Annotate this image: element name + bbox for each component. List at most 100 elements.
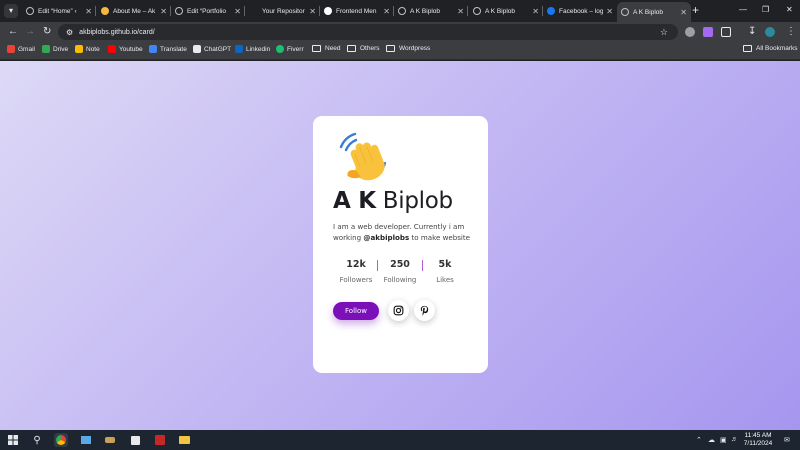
bookmark-gmail[interactable]: Gmail	[7, 45, 35, 53]
close-icon[interactable]: ✕	[234, 7, 241, 16]
wordpress-icon	[26, 7, 34, 15]
profile-stats: 12k Followers 250 Following 5k Likes	[333, 259, 473, 289]
page-viewport: A K Biplob I am a web developer. Current…	[0, 61, 800, 430]
bookmark-chatgpt[interactable]: ChatGPT	[193, 45, 231, 53]
browser-tab[interactable]: Facebook – log ✕	[543, 2, 617, 20]
instagram-icon	[393, 305, 404, 316]
taskbar-app[interactable]	[128, 433, 142, 447]
translate-icon	[149, 45, 157, 53]
url-text[interactable]: akbiplobs.github.io/card/	[79, 29, 155, 36]
address-bar[interactable]: ⚙ akbiplobs.github.io/card/ ☆	[58, 24, 678, 40]
bookmark-note[interactable]: Note	[75, 45, 100, 53]
stat-following: 250 Following	[383, 259, 417, 284]
close-icon[interactable]: ✕	[160, 7, 167, 16]
chrome-icon	[56, 435, 66, 445]
browser-tab-active[interactable]: A K Biplob ✕	[617, 2, 691, 22]
folder-icon	[312, 45, 321, 52]
globe-icon	[621, 8, 629, 16]
folder-icon	[386, 45, 395, 52]
browser-tab[interactable]: Your Repositor ✕	[246, 2, 320, 20]
tab-search-button[interactable]: ▾	[4, 4, 18, 18]
forward-button[interactable]: →	[25, 26, 35, 38]
restore-button[interactable]: ❐	[762, 5, 769, 14]
close-icon[interactable]: ✕	[532, 7, 539, 16]
start-button[interactable]	[6, 433, 20, 447]
tab-strip: ▾ Edit “Home” ‹ ✕ About Me – Ak ✕ Edit “…	[0, 0, 800, 22]
avatar[interactable]	[765, 27, 775, 37]
stat-followers: 12k Followers	[339, 259, 373, 284]
bookmark-drive[interactable]: Drive	[42, 45, 68, 53]
folder-icon	[347, 45, 356, 52]
globe-icon	[473, 7, 481, 15]
taskbar-app[interactable]	[103, 433, 117, 447]
note-icon	[75, 45, 83, 53]
browser-tab[interactable]: Edit “Portfolio ✕	[171, 2, 245, 20]
instagram-button[interactable]	[388, 300, 409, 321]
all-bookmarks-button[interactable]: All Bookmarks	[743, 45, 798, 52]
bookmarks-bar: Gmail Drive Note Youtube Translate ChatG…	[0, 42, 800, 60]
chrome-taskbar-button[interactable]	[54, 433, 68, 447]
globe-icon	[398, 7, 406, 15]
browser-tab[interactable]: Frontend Men ✕	[320, 2, 394, 20]
extension-icon[interactable]	[685, 27, 695, 37]
reload-button[interactable]: ↻	[43, 26, 51, 38]
drive-icon	[42, 45, 50, 53]
close-icon[interactable]: ✕	[383, 7, 390, 16]
windows-taskbar: ⚲ ⌃ ☁ ▣ ♬ 11:45 AM 7/11/2024 ✉	[0, 430, 800, 450]
app-icon	[130, 435, 140, 445]
site-info-icon[interactable]: ⚙	[66, 28, 73, 37]
file-explorer-button[interactable]	[177, 433, 191, 447]
close-icon[interactable]: ✕	[606, 7, 613, 16]
notification-icon[interactable]: ✉	[784, 436, 790, 444]
profile-handle: @akbiplobs	[363, 233, 410, 242]
bookmark-folder-need[interactable]: Need	[312, 45, 341, 52]
bookmark-youtube[interactable]: Youtube	[108, 45, 143, 53]
minimize-button[interactable]: —	[739, 5, 747, 14]
gmail-icon	[7, 45, 15, 53]
extensions-puzzle-icon[interactable]	[721, 27, 731, 37]
browser-tab[interactable]: A K Biplob ✕	[469, 2, 543, 20]
chatgpt-icon	[193, 45, 201, 53]
close-icon[interactable]: ✕	[85, 7, 92, 16]
youtube-icon	[108, 45, 116, 53]
github-icon	[250, 7, 258, 15]
facebook-icon	[547, 7, 555, 15]
close-window-button[interactable]: ✕	[786, 5, 793, 14]
more-menu-icon[interactable]: ⋮	[786, 26, 796, 38]
folder-icon	[743, 45, 752, 52]
wordpress-icon	[175, 7, 183, 15]
close-icon[interactable]: ✕	[457, 7, 464, 16]
bookmark-star-icon[interactable]: ☆	[660, 27, 668, 38]
new-tab-button[interactable]: +	[692, 4, 699, 16]
extension-icon[interactable]	[703, 27, 713, 37]
bookmark-folder-others[interactable]: Others	[347, 45, 380, 52]
profile-name: A K Biplob	[333, 188, 453, 214]
close-icon[interactable]: ✕	[309, 7, 316, 16]
taskbar-app[interactable]	[153, 433, 167, 447]
cloud-icon[interactable]: ☁	[708, 436, 715, 444]
back-button[interactable]: ←	[8, 26, 18, 38]
download-icon[interactable]: ↧	[748, 26, 756, 38]
bookmark-translate[interactable]: Translate	[149, 45, 187, 53]
search-icon[interactable]: ⚲	[30, 433, 44, 447]
follow-button[interactable]: Follow	[333, 302, 379, 320]
fiverr-icon	[276, 45, 284, 53]
mail-icon	[81, 436, 91, 444]
bookmark-linkedin[interactable]: Linkedin	[235, 45, 270, 53]
volume-icon[interactable]: ♬	[731, 436, 738, 443]
bookmark-fiverr[interactable]: Fiverr	[276, 45, 304, 53]
linkedin-icon	[235, 45, 243, 53]
show-hidden-icons[interactable]: ⌃	[696, 436, 702, 444]
browser-tab[interactable]: About Me – Ak ✕	[97, 2, 171, 20]
system-clock[interactable]: 11:45 AM 7/11/2024	[740, 432, 776, 448]
browser-tab[interactable]: Edit “Home” ‹ ✕	[22, 2, 96, 20]
pinterest-button[interactable]	[414, 300, 435, 321]
browser-tab[interactable]: A K Biplob ✕	[394, 2, 468, 20]
close-icon[interactable]: ✕	[680, 8, 687, 17]
profile-bio: I am a web developer. Currently i am wor…	[333, 222, 471, 242]
network-icon[interactable]: ▣	[720, 436, 727, 444]
pinterest-icon	[420, 305, 429, 316]
browser-toolbar: ← → ↻ ⚙ akbiplobs.github.io/card/ ☆ ↧ ⋮	[0, 22, 800, 42]
taskbar-app[interactable]	[79, 433, 93, 447]
bookmark-folder-wordpress[interactable]: Wordpress	[386, 45, 430, 52]
